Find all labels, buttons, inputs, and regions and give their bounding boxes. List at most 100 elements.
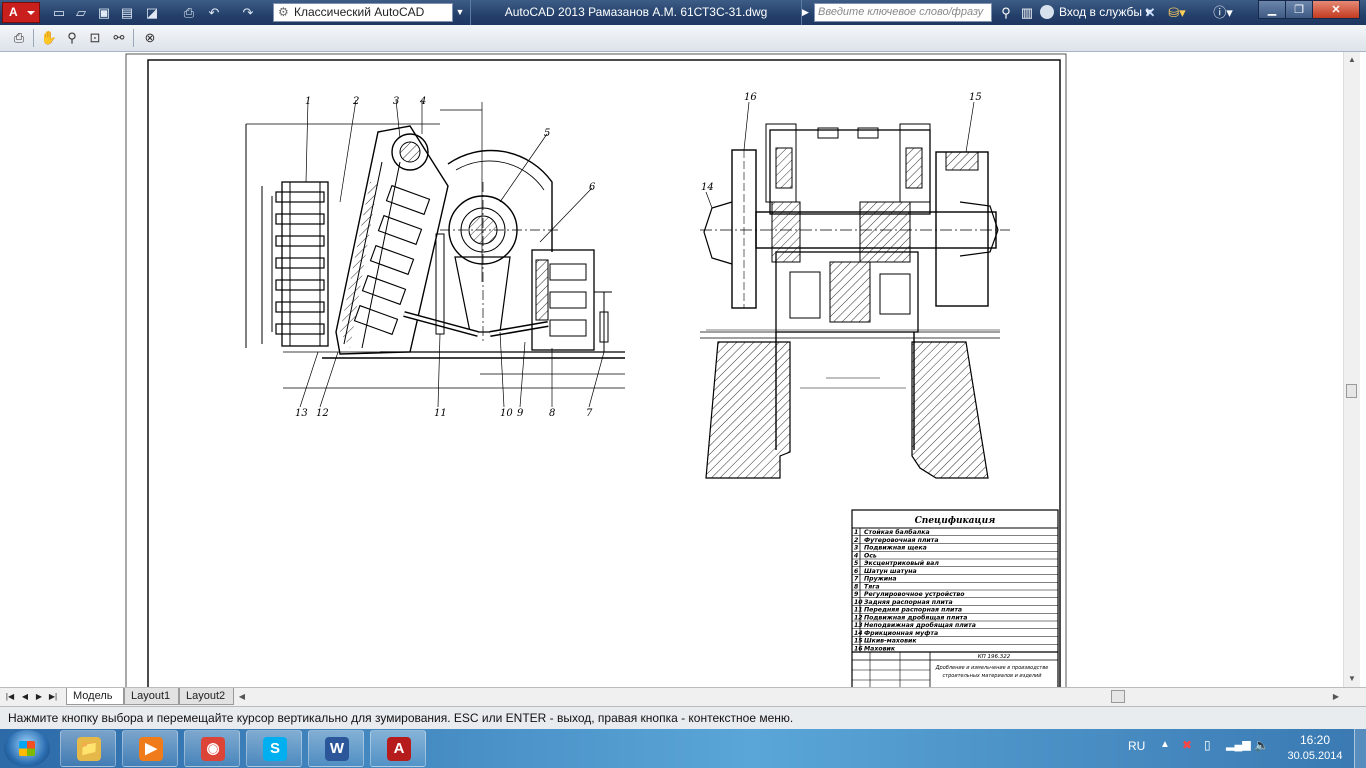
chevron-right-icon[interactable]: ▶: [802, 4, 812, 21]
vertical-scrollbar[interactable]: ▲ ▼: [1343, 52, 1360, 687]
help-icon[interactable]: ⓘ▾: [1208, 4, 1238, 21]
search-input[interactable]: Введите ключевое слово/фразу: [814, 3, 992, 22]
spec-row-text: Подвижная дробящая плита: [864, 613, 967, 621]
taskbar-app-chrome[interactable]: ◉: [184, 730, 240, 767]
workspace-label: Классический AutoCAD: [294, 5, 425, 19]
spec-row-number: 4: [854, 552, 858, 559]
spec-row-text: Пружина: [864, 576, 897, 583]
callout-label: 15: [969, 92, 982, 103]
spec-row-number: 11: [854, 607, 863, 614]
redo-icon[interactable]: ↷: [239, 4, 257, 21]
spec-row-number: 8: [854, 583, 859, 590]
network-error-icon[interactable]: ✖: [1182, 738, 1192, 752]
last-tab-icon[interactable]: ▶|: [47, 690, 59, 703]
signal-icon[interactable]: ▂▄▆: [1226, 738, 1251, 751]
scroll-right-icon[interactable]: ▶: [1329, 689, 1343, 705]
device-icon[interactable]: ▯: [1204, 738, 1211, 752]
application-menu-button[interactable]: A: [2, 2, 40, 23]
pan-icon[interactable]: ✋: [39, 29, 59, 47]
callout-label: 8: [549, 408, 555, 419]
tab-model[interactable]: Модель: [66, 688, 124, 705]
taskbar-app-skype[interactable]: S: [246, 730, 302, 767]
taskbar-app-media-player[interactable]: ▶: [122, 730, 178, 767]
callout-label: 3: [393, 96, 399, 107]
spec-row-text: Шкив-маховик: [864, 638, 917, 645]
spec-row-text: Регулировочное устройство: [864, 591, 965, 598]
callout-label: 11: [434, 408, 447, 419]
media-player-icon: ▶: [139, 737, 163, 761]
spec-row-text: Передняя распорная плита: [864, 607, 962, 614]
zoom-window-icon[interactable]: ⊡: [85, 29, 105, 47]
new-icon[interactable]: ▭: [50, 4, 68, 21]
command-line[interactable]: Нажмите кнопку выбора и перемещайте курс…: [0, 706, 1366, 729]
workspace-dropdown[interactable]: ⚙ Классический AutoCAD: [273, 3, 453, 22]
clock-date[interactable]: 30.05.2014: [1282, 750, 1348, 762]
scroll-down-icon[interactable]: ▼: [1344, 671, 1360, 687]
spec-row-number: 3: [854, 545, 858, 552]
sign-in-button[interactable]: Вход в службы ▾: [1040, 0, 1151, 25]
specification-table: Спецификация 1 Стойкая балбалка 2 Футеровоч…: [851, 509, 1059, 687]
horizontal-scrollbar[interactable]: ◀ ▶: [235, 689, 1343, 705]
horizontal-scroll-thumb[interactable]: [1111, 690, 1125, 703]
scroll-up-icon[interactable]: ▲: [1344, 52, 1360, 68]
show-desktop-button[interactable]: [1354, 729, 1366, 768]
taskbar-app-word[interactable]: W: [308, 730, 364, 767]
tab-layout1[interactable]: Layout1: [124, 688, 179, 705]
plot-preview-icon[interactable]: ◪: [143, 4, 161, 21]
close-preview-icon[interactable]: ⊗: [140, 29, 160, 47]
spec-row-text: Подвижная щека: [864, 545, 927, 552]
maximize-button[interactable]: ❐: [1285, 0, 1313, 19]
clock-time[interactable]: 16:20: [1290, 733, 1340, 747]
plot-icon[interactable]: ⎙: [9, 29, 29, 47]
app-logo-text: A: [9, 5, 18, 19]
title-bar: A ▭ ▱ ▣ ▤ ◪ ⎙ ↶ ↷ ⚙ Классический AutoCAD …: [0, 0, 1366, 25]
autocad-icon: A: [387, 737, 411, 761]
vertical-scroll-thumb[interactable]: [1346, 384, 1357, 398]
workspace-dropdown-arrow[interactable]: ▼: [454, 4, 466, 21]
open-icon[interactable]: ▱: [72, 4, 90, 21]
callout-label: 5: [544, 128, 550, 139]
skype-icon: S: [263, 737, 287, 761]
volume-icon[interactable]: 🔈: [1254, 738, 1269, 752]
scroll-left-icon[interactable]: ◀: [235, 689, 249, 705]
undo-icon[interactable]: ↶: [205, 4, 223, 21]
first-tab-icon[interactable]: |◀: [4, 690, 16, 703]
zoom-previous-icon[interactable]: ⚯: [109, 29, 129, 47]
app-store-icon[interactable]: ⛁▾: [1166, 4, 1188, 21]
binoculars-icon[interactable]: ⚲: [998, 4, 1014, 21]
exchange-icon[interactable]: ✕: [1142, 4, 1158, 21]
print-icon[interactable]: ⎙: [180, 4, 198, 21]
sign-in-label: Вход в службы: [1059, 5, 1142, 19]
start-button[interactable]: [4, 730, 50, 767]
save-as-icon[interactable]: ▤: [118, 4, 136, 21]
callout-label: 16: [744, 92, 757, 103]
callout-label: 4: [419, 96, 426, 107]
drawing-sheet: 1 2 3 4 5 6 7 8 9 10 11 12 13 16 15 14 С…: [125, 53, 1067, 687]
language-indicator[interactable]: RU: [1128, 739, 1145, 753]
tab-layout2[interactable]: Layout2: [179, 688, 234, 705]
communication-center-icon[interactable]: ▥: [1019, 4, 1035, 21]
user-icon: [1040, 4, 1054, 19]
prev-tab-icon[interactable]: ◀: [19, 690, 31, 703]
drawing-canvas[interactable]: 1 2 3 4 5 6 7 8 9 10 11 12 13 16 15 14 С…: [0, 52, 1366, 687]
taskbar-app-explorer[interactable]: 📁: [60, 730, 116, 767]
close-button[interactable]: ✕: [1312, 0, 1360, 19]
stamp-title-line-1: Дробление и измельчение в производстве: [935, 665, 1049, 671]
callout-label: 10: [500, 408, 513, 419]
spec-title: Спецификация: [915, 516, 996, 526]
windows-logo-icon: [19, 741, 35, 756]
zoom-realtime-icon[interactable]: ⚲: [62, 29, 82, 47]
stamp-code: КП 196.322: [978, 654, 1011, 660]
taskbar-app-autocad[interactable]: A: [370, 730, 426, 767]
minimize-button[interactable]: ▁: [1258, 0, 1286, 19]
spec-row-text: Неподвижная дробящая плита: [864, 621, 976, 629]
next-tab-icon[interactable]: ▶: [33, 690, 45, 703]
tray-expand-icon[interactable]: ▲: [1160, 739, 1170, 750]
spec-row-number: 12: [854, 614, 863, 621]
save-icon[interactable]: ▣: [95, 4, 113, 21]
spec-row-number: 16: [854, 645, 863, 652]
callout-label: 6: [589, 182, 596, 193]
callout-label: 13: [295, 408, 308, 419]
spec-row-text: Ось: [864, 552, 877, 559]
callout-label: 12: [316, 408, 329, 419]
